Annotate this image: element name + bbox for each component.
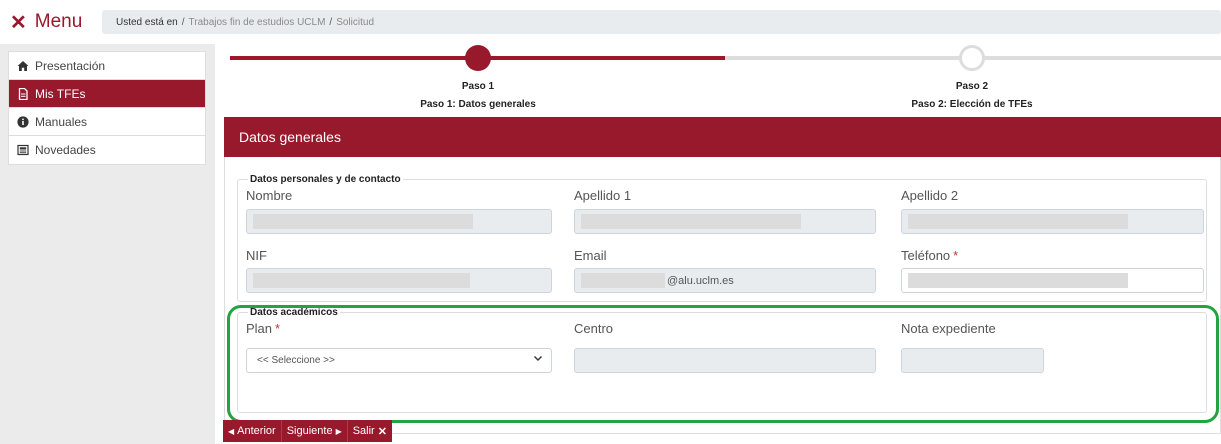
- nombre-label: Nombre: [246, 188, 293, 203]
- action-bar: ◀ Anterior Siguiente ▶ Salir ✕: [223, 420, 392, 442]
- step-1-title: Paso 1: [461, 81, 495, 92]
- email-label: Email: [574, 248, 607, 263]
- redacted-value: [908, 214, 1128, 229]
- info-icon: [17, 115, 29, 128]
- sidebar-item-label: Mis TFEs: [35, 86, 86, 101]
- plan-select-value: << Seleccione >>: [257, 355, 335, 366]
- nombre-field: [246, 209, 552, 234]
- redacted-value: [253, 273, 470, 288]
- redacted-value: [253, 214, 473, 229]
- sidebar: Presentación Mis TFEs Manuales Novedades: [0, 44, 215, 444]
- breadcrumb-separator: /: [181, 16, 185, 28]
- newspaper-icon: [17, 144, 29, 156]
- chevron-down-icon: [533, 353, 543, 366]
- personal-data-legend: Datos personales y de contacto: [250, 174, 401, 185]
- siguiente-label: Siguiente: [286, 425, 333, 437]
- nif-label: NIF: [246, 248, 267, 263]
- sidebar-item-presentacion[interactable]: Presentación: [9, 52, 205, 80]
- step-1-indicator[interactable]: [465, 45, 491, 71]
- sidebar-item-label: Novedades: [35, 143, 96, 157]
- sidebar-item-mis-tfes[interactable]: Mis TFEs: [9, 80, 205, 108]
- home-icon: [17, 60, 29, 72]
- nif-field: [246, 268, 552, 293]
- centro-label: Centro: [574, 321, 614, 336]
- close-icon: ✕: [377, 425, 387, 438]
- siguiente-button[interactable]: Siguiente ▶: [280, 420, 347, 442]
- sidebar-item-label: Presentación: [35, 58, 106, 73]
- redacted-value: [581, 214, 801, 229]
- breadcrumb-separator: /: [329, 16, 333, 28]
- redacted-value: [581, 273, 665, 288]
- required-marker: *: [953, 248, 959, 263]
- document-icon: [17, 87, 29, 100]
- plan-select[interactable]: << Seleccione >>: [246, 348, 552, 373]
- sidebar-item-label: Manuales: [35, 114, 88, 129]
- breadcrumb: Usted está en / Trabajos fin de estudios…: [102, 10, 1221, 34]
- required-marker: *: [275, 321, 281, 336]
- step-1-subtitle: Paso 1: Datos generales: [420, 99, 536, 110]
- sidebar-menu: Presentación Mis TFEs Manuales Novedades: [8, 51, 206, 165]
- panel-header: Datos generales: [224, 117, 1221, 157]
- sidebar-item-novedades[interactable]: Novedades: [9, 136, 205, 164]
- plan-label: Plan *: [246, 321, 280, 336]
- apellido1-field: [574, 209, 876, 234]
- step-1-label: Paso 1 Paso 1: Datos generales: [358, 81, 598, 110]
- apellido1-label: Apellido 1: [574, 188, 632, 203]
- breadcrumb-item-solicitud: Solicitud: [336, 16, 375, 28]
- step-2-label: Paso 2 Paso 2: Elección de TFEs: [852, 81, 1092, 110]
- menu-toggle-button[interactable]: ✕ Menu: [10, 8, 82, 36]
- caret-left-icon: ◀: [228, 426, 235, 436]
- step-2-indicator[interactable]: [959, 45, 985, 71]
- academic-data-legend: Datos académicos: [250, 307, 338, 318]
- top-bar: ✕ Menu Usted está en / Trabajos fin de e…: [0, 0, 1221, 44]
- anterior-label: Anterior: [237, 425, 276, 437]
- nota-field: [901, 348, 1044, 373]
- menu-label: Menu: [34, 11, 83, 32]
- telefono-input[interactable]: [901, 268, 1204, 293]
- telefono-label: Teléfono *: [901, 248, 958, 263]
- email-field: @alu.uclm.es: [574, 268, 876, 293]
- nota-label: Nota expediente: [901, 321, 996, 336]
- step-2-subtitle: Paso 2: Elección de TFEs: [911, 99, 1033, 110]
- breadcrumb-item-tfe[interactable]: Trabajos fin de estudios UCLM: [189, 17, 326, 28]
- panel-title: Datos generales: [239, 129, 341, 145]
- redacted-value: [908, 273, 1128, 288]
- plan-label-text: Plan: [246, 321, 273, 336]
- email-domain: @alu.uclm.es: [667, 274, 734, 287]
- panel-body: Datos personales y de contacto Nombre Ap…: [224, 157, 1221, 434]
- close-icon: ✕: [10, 11, 27, 34]
- sidebar-item-manuales[interactable]: Manuales: [9, 108, 205, 136]
- caret-right-icon: ▶: [335, 426, 342, 436]
- breadcrumb-lead: Usted está en: [116, 16, 178, 28]
- anterior-button[interactable]: ◀ Anterior: [223, 420, 281, 442]
- wizard-stepper: Paso 1 Paso 1: Datos generales Paso 2 Pa…: [222, 44, 1221, 116]
- main-content: Paso 1 Paso 1: Datos generales Paso 2 Pa…: [222, 44, 1221, 444]
- apellido2-label: Apellido 2: [901, 188, 959, 203]
- centro-field: [574, 348, 876, 373]
- telefono-label-text: Teléfono: [901, 248, 951, 263]
- salir-label: Salir: [352, 425, 375, 437]
- apellido2-field: [901, 209, 1204, 234]
- step-2-title: Paso 2: [955, 81, 989, 92]
- salir-button[interactable]: Salir ✕: [346, 420, 392, 442]
